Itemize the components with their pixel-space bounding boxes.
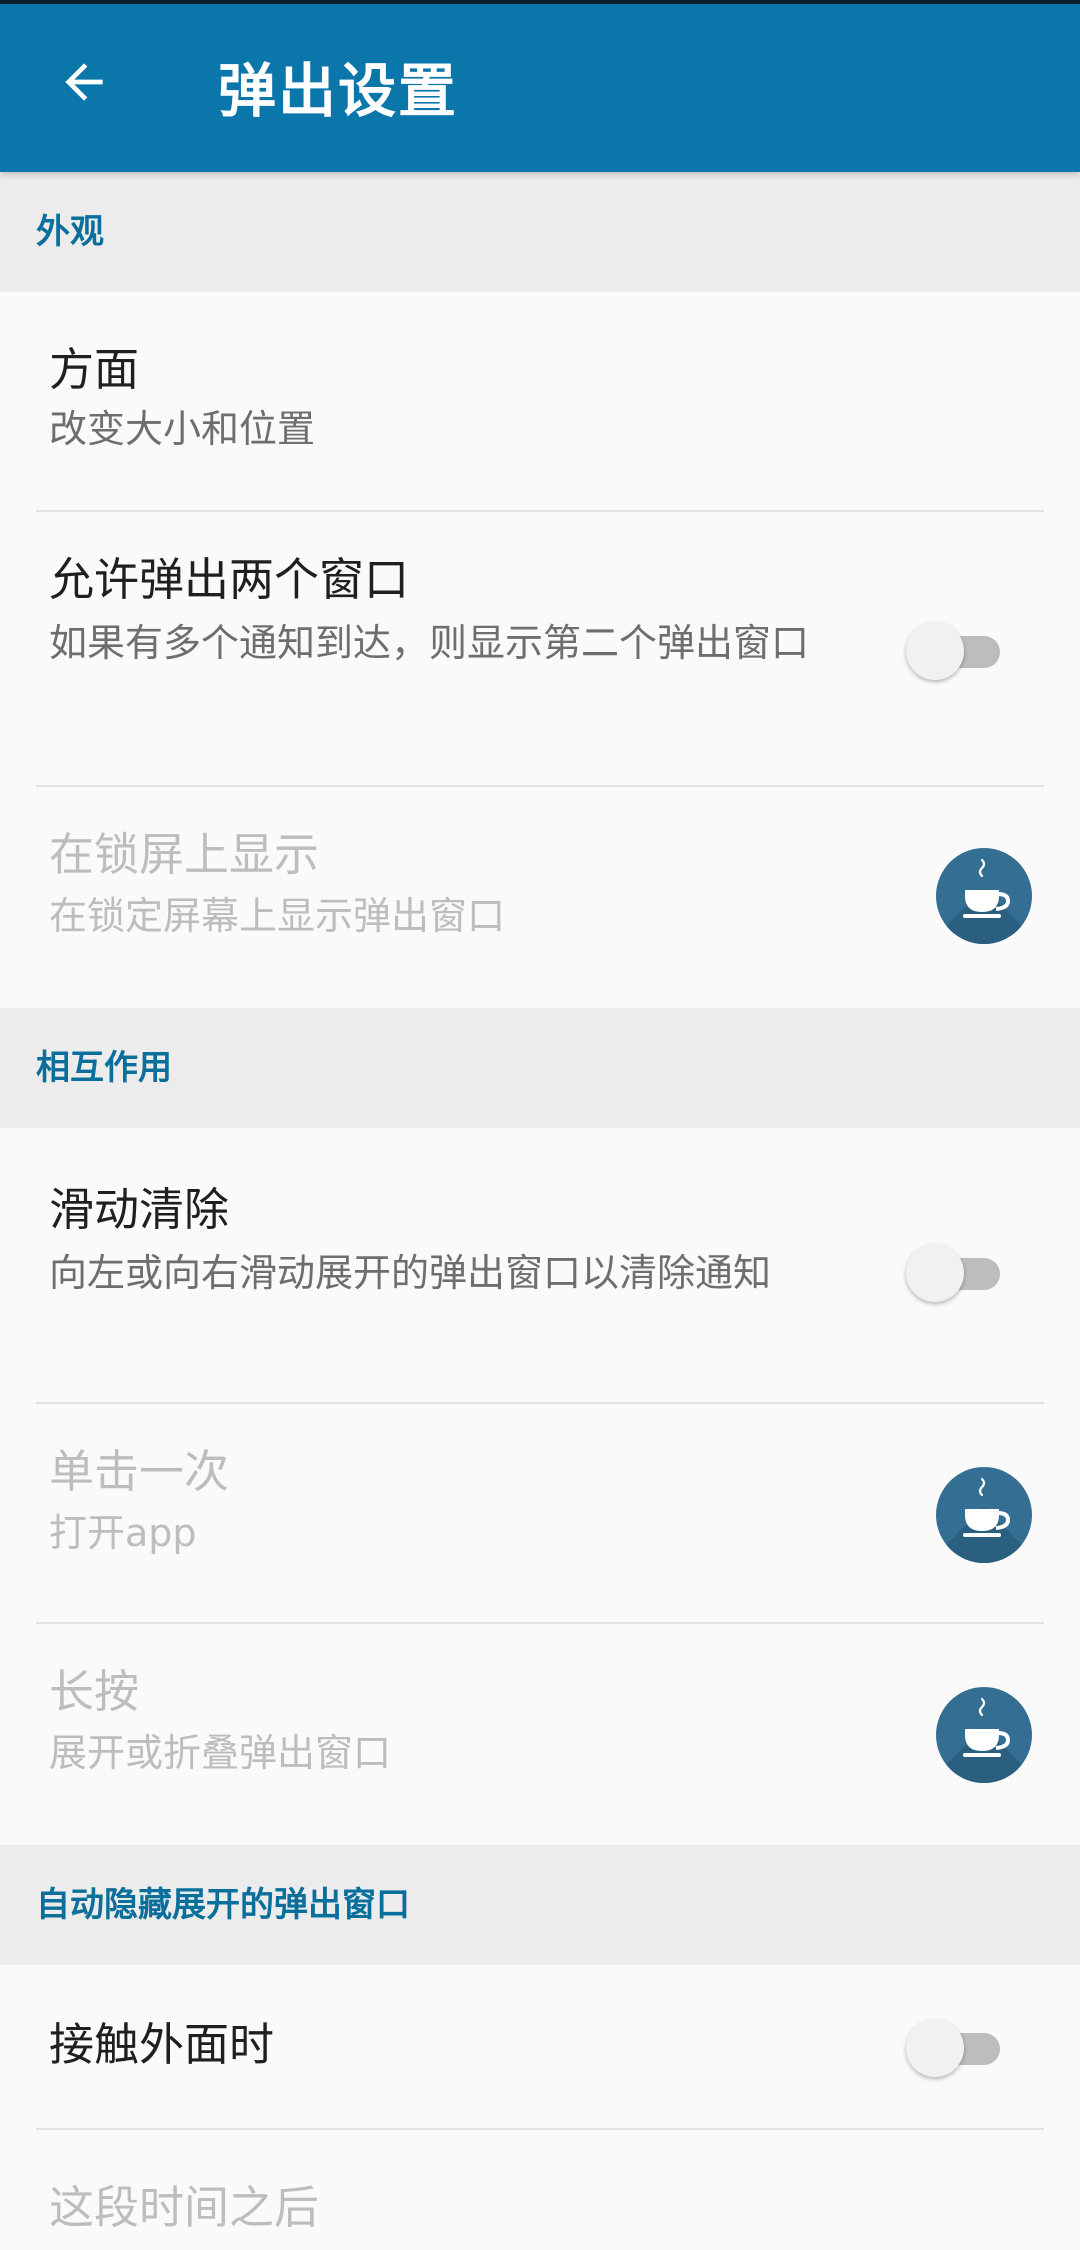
- pro-badge-button[interactable]: [936, 1687, 1032, 1783]
- pref-title: 这段时间之后: [49, 2181, 320, 2234]
- pref-title: 在锁屏上显示: [49, 828, 320, 881]
- pref-item-touch-outside[interactable]: 接触外面时: [0, 1965, 1080, 2130]
- pref-title: 允许弹出两个窗口: [49, 553, 410, 606]
- pref-title: 方面: [49, 343, 140, 396]
- section-header-label: 外观: [36, 212, 104, 252]
- back-button[interactable]: [44, 44, 124, 124]
- pref-title: 长按: [49, 1665, 140, 1718]
- page-title: 弹出设置: [218, 57, 459, 125]
- pref-item-swipe-dismiss[interactable]: 滑动清除 向左或向右滑动展开的弹出窗口以清除通知: [0, 1128, 1080, 1404]
- pref-title: 单击一次: [49, 1445, 230, 1498]
- section-header-appearance: 外观: [0, 172, 1080, 292]
- pro-badge-button[interactable]: [936, 1467, 1032, 1563]
- pref-item-after-time: 这段时间之后: [0, 2130, 1080, 2250]
- two-popups-switch[interactable]: [906, 620, 1002, 680]
- arrow-back-icon: [56, 54, 112, 114]
- pref-item-lockscreen: 在锁屏上显示 在锁定屏幕上显示弹出窗口: [0, 787, 1080, 1008]
- pref-item-aspect[interactable]: 方面 改变大小和位置: [0, 292, 1080, 512]
- pref-title: 接触外面时: [49, 2018, 275, 2071]
- pro-badge-button[interactable]: [936, 848, 1032, 944]
- pref-title: 滑动清除: [49, 1183, 230, 1236]
- pref-summary: 打开app: [49, 1511, 197, 1555]
- pref-summary: 改变大小和位置: [49, 407, 316, 451]
- switch-thumb: [906, 1244, 964, 1302]
- section-header-label: 自动隐藏展开的弹出窗口: [36, 1885, 410, 1925]
- pref-summary: 在锁定屏幕上显示弹出窗口: [49, 894, 506, 938]
- switch-thumb: [906, 2019, 964, 2077]
- pref-item-two-popups[interactable]: 允许弹出两个窗口 如果有多个通知到达，则显示第二个弹出窗口: [0, 512, 1080, 787]
- section-header-auto-hide: 自动隐藏展开的弹出窗口: [0, 1845, 1080, 1965]
- settings-list: 外观 方面 改变大小和位置 允许弹出两个窗口 如果有多个通知到达，则显示第二个弹…: [0, 172, 1080, 2250]
- pref-summary: 展开或折叠弹出窗口: [49, 1731, 392, 1775]
- touch-outside-switch[interactable]: [906, 2017, 1002, 2077]
- pref-item-long-press: 长按 展开或折叠弹出窗口: [0, 1624, 1080, 1845]
- pref-item-single-tap: 单击一次 打开app: [0, 1404, 1080, 1624]
- swipe-dismiss-switch[interactable]: [906, 1242, 1002, 1302]
- section-header-label: 相互作用: [36, 1048, 172, 1088]
- section-header-interaction: 相互作用: [0, 1008, 1080, 1128]
- app-bar: 弹出设置: [0, 4, 1080, 172]
- switch-thumb: [906, 622, 964, 680]
- pref-summary: 向左或向右滑动展开的弹出窗口以清除通知: [49, 1251, 772, 1295]
- pref-summary: 如果有多个通知到达，则显示第二个弹出窗口: [49, 621, 810, 665]
